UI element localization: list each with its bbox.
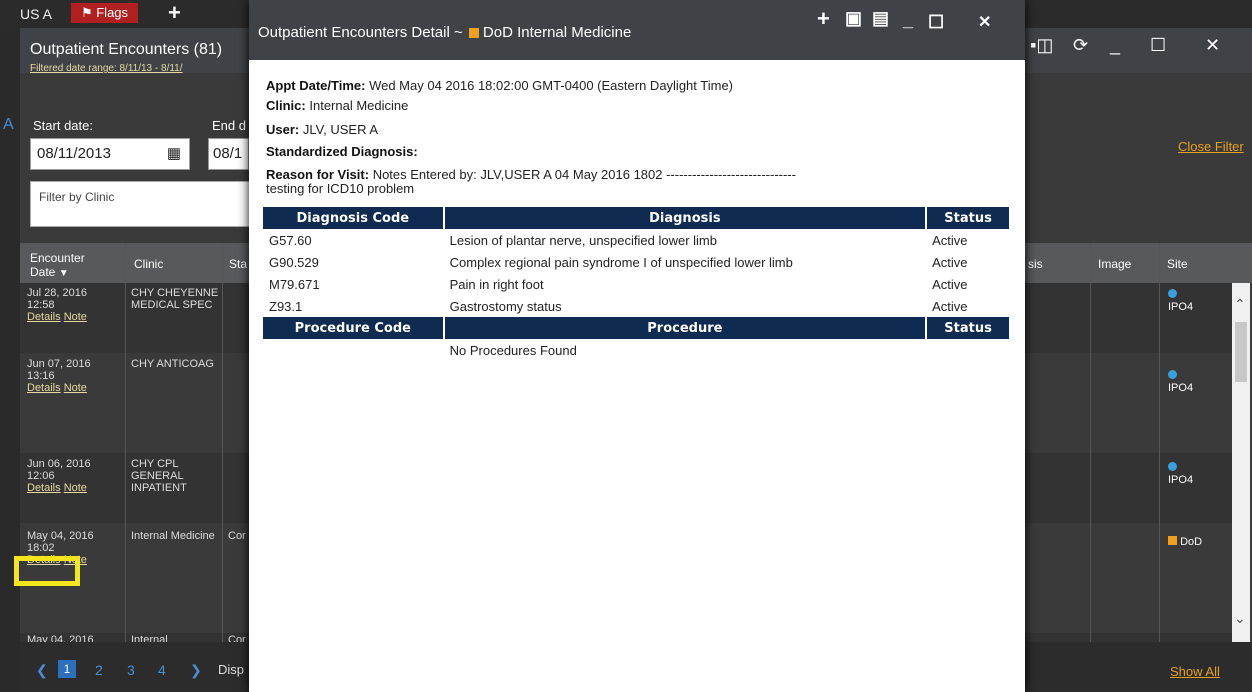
col-divider bbox=[125, 243, 126, 643]
sort-chevron-icon[interactable]: ▼ bbox=[59, 268, 69, 279]
reason-for-visit: Reason for Visit: Notes Entered by: JLV,… bbox=[266, 167, 796, 196]
edge-letter: A bbox=[3, 116, 14, 133]
clipboard-icon[interactable]: ▣ bbox=[845, 8, 862, 29]
std-diagnosis-field: Standardized Diagnosis: bbox=[266, 144, 418, 159]
diagnosis-row: G57.60 Lesion of plantar nerve, unspecifi… bbox=[269, 232, 968, 248]
page-1-button[interactable]: 1 bbox=[58, 660, 76, 678]
details-link[interactable]: Details bbox=[27, 382, 61, 394]
row-date: Jul 28, 2016 12:58 Details Note bbox=[27, 287, 87, 323]
start-date-input[interactable]: 08/11/2013 ▦ bbox=[30, 138, 190, 170]
row-site: DoD bbox=[1168, 536, 1202, 548]
print-icon[interactable]: ▤ bbox=[872, 8, 889, 29]
col-divider bbox=[1159, 243, 1160, 643]
row-date: Jun 07, 2016 13:16 Details Note bbox=[27, 358, 91, 394]
maximize-icon[interactable]: ☐ bbox=[1150, 35, 1166, 56]
maximize-icon[interactable]: ☐ bbox=[928, 12, 944, 33]
page-4-button[interactable]: 4 bbox=[158, 662, 166, 678]
diag-header-status: Status bbox=[926, 207, 1011, 229]
left-edge-strip: A bbox=[0, 28, 20, 692]
add-icon[interactable]: + bbox=[817, 6, 830, 32]
site-dot-icon bbox=[1168, 462, 1177, 471]
scroll-up-icon[interactable]: ⌃ bbox=[1234, 296, 1246, 313]
page-2-button[interactable]: 2 bbox=[95, 662, 103, 678]
no-procedures-text: No Procedures Found bbox=[449, 342, 577, 358]
diag-header-code: Diagnosis Code bbox=[263, 207, 445, 229]
appt-datetime: Appt Date/Time: Wed May 04 2016 18:02:00… bbox=[266, 78, 734, 93]
widget-title: Outpatient Encounters (81) bbox=[30, 41, 223, 58]
scroll-down-icon[interactable]: ⌄ bbox=[1234, 610, 1246, 627]
minimize-icon[interactable]: _ bbox=[903, 10, 913, 31]
close-icon[interactable]: ✕ bbox=[1205, 35, 1220, 56]
refresh-icon[interactable]: ⟳ bbox=[1073, 35, 1088, 56]
show-all-link[interactable]: Show All bbox=[1170, 664, 1220, 679]
start-date-label: Start date: bbox=[33, 118, 93, 133]
col-divider bbox=[1090, 243, 1091, 643]
proc-header-procedure: Procedure bbox=[443, 317, 928, 339]
clinic-filter-input[interactable]: Filter by Clinic bbox=[30, 181, 250, 227]
site-dot-icon bbox=[1168, 289, 1177, 298]
details-highlight-box bbox=[14, 556, 80, 586]
row-site: IPO4 bbox=[1168, 370, 1193, 394]
end-date-label: End d bbox=[212, 118, 246, 133]
dod-square-icon bbox=[468, 28, 479, 39]
row-clinic: CHY CHEYENNE MEDICAL SPEC bbox=[131, 287, 219, 311]
minimize-icon[interactable]: _ bbox=[1110, 35, 1120, 56]
add-icon[interactable]: + bbox=[168, 0, 181, 26]
proc-header-code: Procedure Code bbox=[263, 317, 445, 339]
diag-header-diagnosis: Diagnosis bbox=[443, 207, 928, 229]
close-filter-link[interactable]: Close Filter bbox=[1178, 139, 1244, 154]
row-status: Cor bbox=[228, 530, 246, 542]
next-page-icon[interactable]: ❯ bbox=[190, 662, 202, 679]
end-date-input[interactable]: 08/1 bbox=[208, 138, 249, 170]
flags-button[interactable]: ⚑ Flags bbox=[71, 3, 138, 23]
calendar-icon[interactable]: ▦ bbox=[167, 144, 181, 162]
diagnosis-row: G90.529 Complex regional pain syndrome I … bbox=[269, 254, 968, 270]
close-icon[interactable]: ✕ bbox=[978, 12, 991, 32]
scrollbar-thumb[interactable] bbox=[1235, 322, 1247, 382]
prev-page-icon[interactable]: ❮ bbox=[36, 662, 48, 679]
diagnosis-row: Z93.1 Gastrostomy status Active bbox=[269, 298, 968, 314]
columns-icon[interactable]: ▪◫ bbox=[1030, 35, 1053, 56]
col-divider bbox=[222, 243, 223, 643]
page-3-button[interactable]: 3 bbox=[127, 662, 135, 678]
modal-title: Outpatient Encounters Detail ~ DoD Inter… bbox=[258, 24, 632, 41]
diagnosis-row: M79.671 Pain in right foot Active bbox=[269, 276, 968, 292]
row-date: Jun 06, 2016 12:06 Details Note bbox=[27, 458, 91, 494]
row-clinic: CHY ANTICOAG bbox=[131, 358, 214, 370]
procedure-row: No Procedures Found bbox=[263, 339, 1010, 361]
row-site: IPO4 bbox=[1168, 289, 1193, 313]
note-link[interactable]: Note bbox=[64, 311, 87, 323]
row-clinic: Internal Medicine bbox=[131, 530, 215, 542]
clinic-field: Clinic: Internal Medicine bbox=[266, 98, 409, 113]
site-square-icon bbox=[1168, 536, 1177, 545]
proc-header-status: Status bbox=[926, 317, 1011, 339]
user-name: US A bbox=[20, 6, 52, 22]
note-link[interactable]: Note bbox=[64, 482, 87, 494]
row-site: IPO4 bbox=[1168, 462, 1193, 486]
details-link[interactable]: Details bbox=[27, 311, 61, 323]
diagnosis-table: Diagnosis Code Diagnosis Status G57.60 Le… bbox=[263, 207, 1011, 361]
details-link[interactable]: Details bbox=[27, 482, 61, 494]
display-text: Disp bbox=[218, 662, 245, 677]
row-clinic: CHY CPL GENERAL INPATIENT bbox=[131, 458, 187, 494]
site-dot-icon bbox=[1168, 370, 1177, 379]
user-field: User: JLV, USER A bbox=[266, 122, 379, 137]
note-link[interactable]: Note bbox=[64, 382, 87, 394]
